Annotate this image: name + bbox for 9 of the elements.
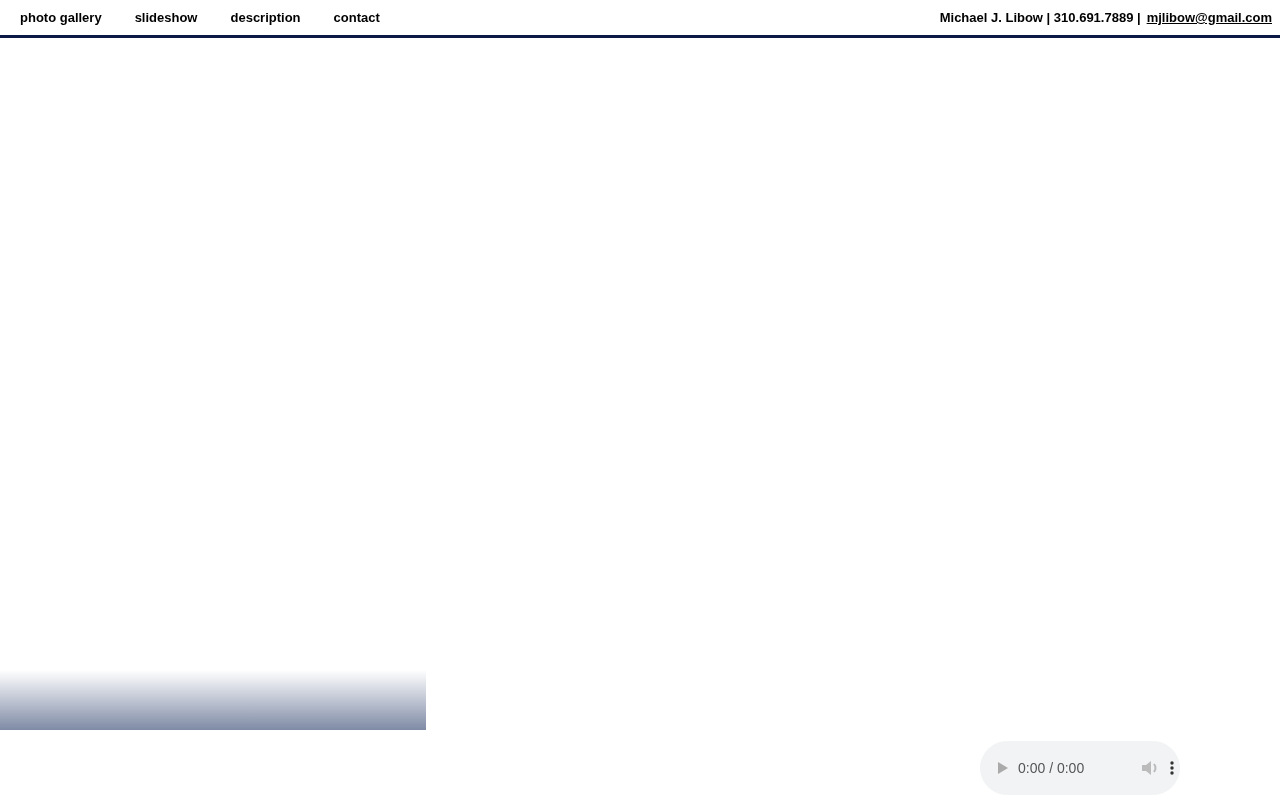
nav-link[interactable]: contact (333, 10, 380, 25)
more-options-icon[interactable] (1170, 761, 1174, 775)
time-readout: 0:00 / 0:00 (1018, 760, 1086, 776)
email-link[interactable]: mjlibow@gmail.com (1146, 10, 1272, 25)
contact-info: Michael J. Libow | 310.691.7889 | (939, 10, 1141, 25)
nav-link[interactable]: description (230, 10, 301, 25)
nav-link[interactable]: photo gallery (20, 10, 102, 25)
nav-link[interactable]: slideshow (134, 10, 198, 25)
play-icon[interactable] (998, 762, 1008, 774)
